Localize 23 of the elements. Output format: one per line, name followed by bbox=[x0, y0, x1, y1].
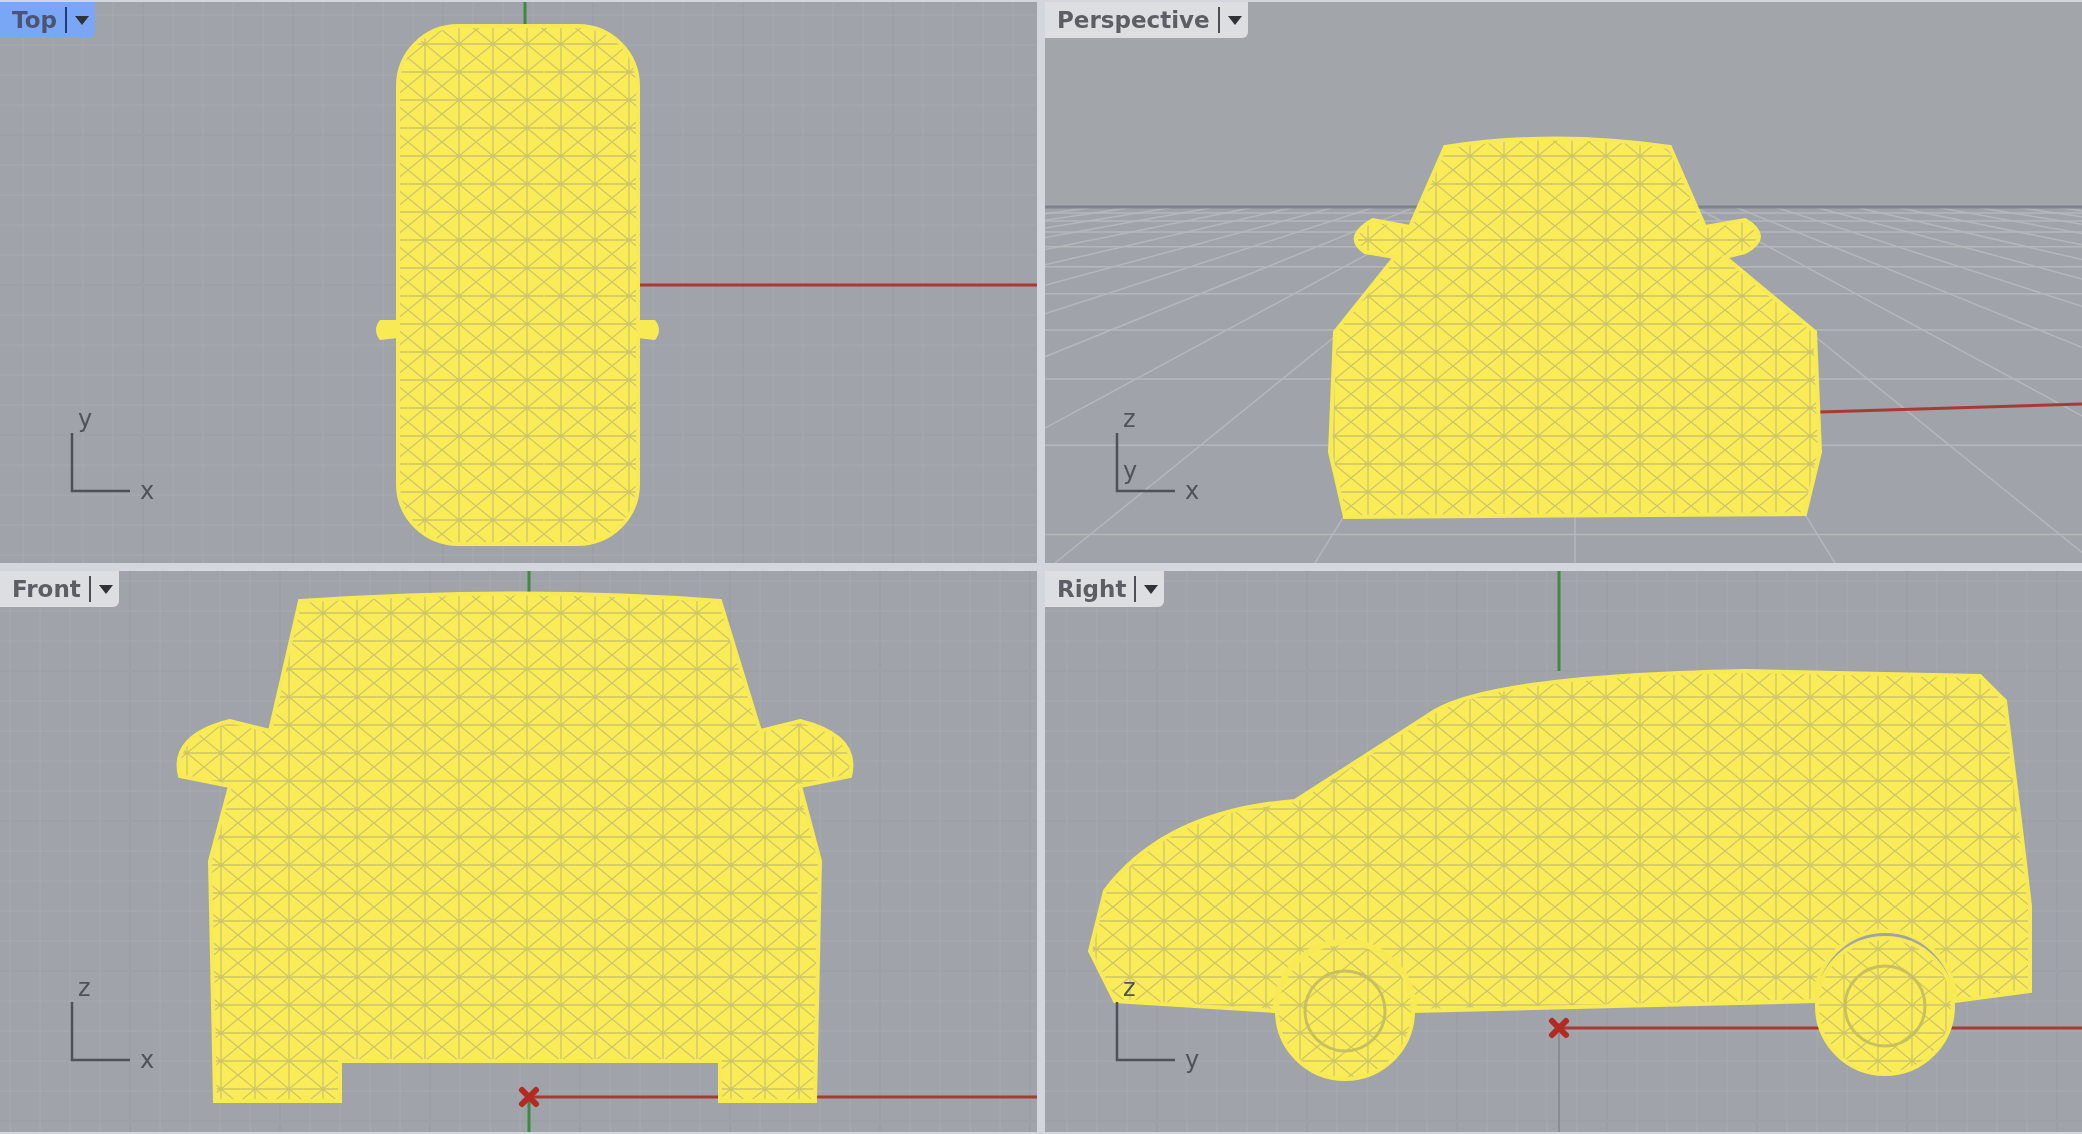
axis-label: x bbox=[140, 479, 155, 503]
axis-label: x bbox=[140, 1048, 155, 1072]
axis-label: z bbox=[1123, 407, 1136, 431]
caret-icon bbox=[74, 15, 89, 25]
axis-label: x bbox=[1185, 479, 1200, 503]
axis-label: y bbox=[1123, 459, 1138, 483]
axis-label: z bbox=[1123, 976, 1136, 1000]
axis-gizmo-icon bbox=[70, 433, 130, 493]
axis-gizmo-icon bbox=[70, 1002, 130, 1062]
axis-label: y bbox=[78, 407, 93, 431]
origin-marker-icon bbox=[519, 1087, 539, 1107]
caret-icon bbox=[98, 584, 113, 594]
axis-label: z bbox=[78, 976, 91, 1000]
axis-gizmo-icon bbox=[1115, 1002, 1175, 1062]
origin-marker-icon bbox=[1549, 1018, 1569, 1038]
caret-icon bbox=[1227, 15, 1242, 25]
viewport-tab[interactable]: Front bbox=[0, 571, 119, 607]
axis-gizmo-icon bbox=[1115, 433, 1175, 493]
axis-label: y bbox=[1185, 1048, 1200, 1072]
viewport-tab[interactable]: Perspective bbox=[1045, 2, 1248, 38]
viewport-tab[interactable]: Top bbox=[0, 2, 95, 38]
viewport-tab[interactable]: Right bbox=[1045, 571, 1165, 607]
caret-icon bbox=[1144, 584, 1159, 594]
